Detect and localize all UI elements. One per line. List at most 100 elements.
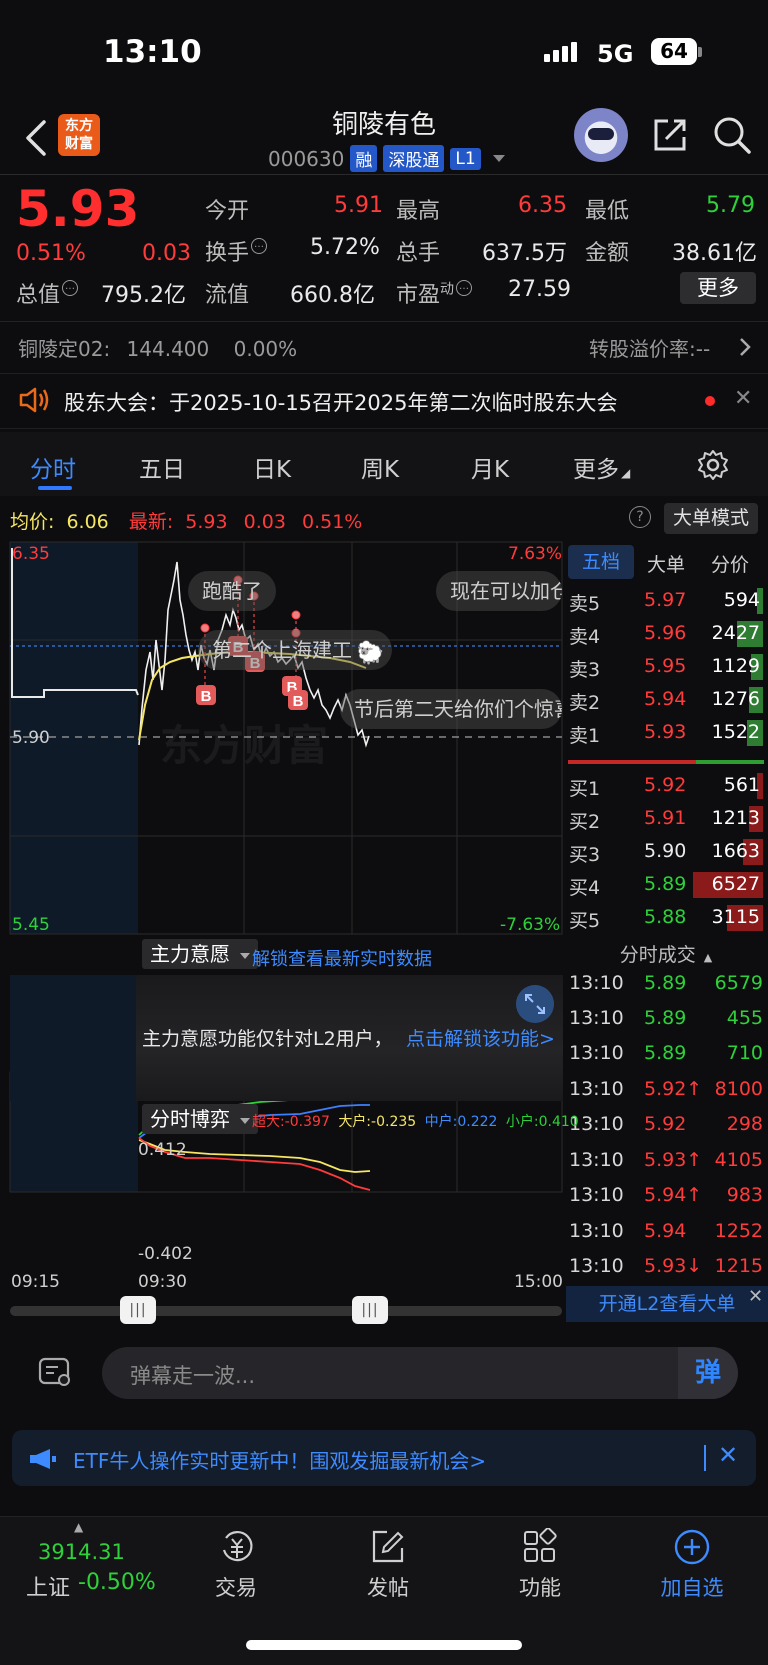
main-force-premarket	[10, 975, 136, 1101]
game-stats: 超大:-0.397 大户:-0.235 中户:0.222 小户:0.410	[252, 1111, 579, 1131]
tab-big-orders[interactable]: 大单	[647, 550, 685, 577]
large-stat: 大户:-0.235	[338, 1114, 417, 1130]
bid-row: 买1 5.92 561	[566, 770, 766, 803]
index-value[interactable]: 3914.31	[38, 1540, 125, 1564]
open-l2-button[interactable]: 开通L2查看大单	[566, 1286, 768, 1322]
trade-icon[interactable]	[218, 1528, 256, 1566]
chevron-down-icon	[492, 155, 505, 162]
speaker-icon	[19, 387, 49, 413]
more-button[interactable]: 更多	[680, 272, 756, 304]
danmu-bubble: 现在可以加仓	[436, 571, 562, 611]
svg-text:B: B	[293, 693, 304, 710]
bid-row: 买5 5.88 3115	[566, 902, 766, 935]
nav-trade[interactable]: 交易	[176, 1572, 296, 1602]
time-range-track[interactable]	[10, 1306, 562, 1316]
ask-row: 卖2 5.94 1276	[566, 684, 766, 717]
help-icon[interactable]: ?	[629, 506, 651, 528]
mktcap-value: 795.2亿	[101, 283, 186, 308]
post-icon[interactable]	[369, 1528, 407, 1566]
super-large-stat: 超大:-0.397	[252, 1114, 330, 1130]
volume-value: 637.5万	[482, 241, 567, 266]
float-value: 660.8亿	[290, 283, 375, 308]
low-value: 5.79	[706, 193, 755, 218]
high-value: 6.35	[518, 193, 567, 218]
tab-price-dist[interactable]: 分价	[711, 550, 749, 577]
range-handle-left[interactable]: |||	[120, 1296, 156, 1324]
game-axis-bottom: -0.402	[138, 1244, 193, 1264]
promo-divider	[704, 1445, 706, 1471]
tab-five-levels[interactable]: 五档	[568, 545, 634, 579]
change-amount: 0.03	[142, 241, 191, 266]
search-icon[interactable]	[712, 115, 752, 155]
float-label: 流值	[205, 283, 250, 308]
battery-cap	[698, 47, 702, 57]
turnover-value: 5.72%	[310, 235, 380, 260]
medium-stat: 中户:0.222	[424, 1114, 498, 1130]
close-icon[interactable]: ✕	[748, 1286, 763, 1307]
danmu-send-button[interactable]: 弹	[678, 1347, 738, 1399]
battery-icon: 64	[651, 38, 697, 65]
range-handle-right[interactable]: |||	[352, 1296, 388, 1324]
big-order-mode-button[interactable]: 大单模式	[664, 503, 758, 534]
expand-icon[interactable]	[516, 985, 554, 1023]
y-axis-bottom: 5.45	[12, 915, 50, 935]
promo-text: ETF牛人操作实时更新中！围观发掘最新机会>	[73, 1449, 487, 1473]
amount-value: 38.61亿	[672, 241, 757, 266]
pe-value: 27.59	[508, 277, 571, 302]
tab-underline	[38, 486, 72, 490]
turnover-label[interactable]: 换手…	[205, 235, 268, 267]
watermark: 东方财富	[160, 721, 329, 770]
small-stat: 小户:0.410	[505, 1114, 579, 1130]
bid-row: 买4 5.89 6527	[566, 869, 766, 902]
notice-text: 股东大会：于2025-10-15召开2025年第二次临时股东大会	[64, 391, 618, 415]
close-icon[interactable]: ✕	[718, 1441, 738, 1469]
unlock-feature-link[interactable]: 点击解锁该功能>	[406, 1024, 555, 1051]
mktcap-label[interactable]: 总值…	[16, 277, 79, 309]
nav-add-watchlist[interactable]: 加自选	[632, 1572, 752, 1602]
bond-name: 铜陵定02:	[18, 337, 111, 361]
index-name[interactable]: 上证	[26, 1570, 70, 1602]
main-force-selector[interactable]: 主力意愿	[142, 939, 258, 969]
unread-dot	[705, 396, 715, 406]
time-start: 09:15	[11, 1272, 60, 1292]
bid-row: 买2 5.91 1213	[566, 803, 766, 836]
stock-code-row[interactable]: 000630 融 深股通 L1	[268, 145, 505, 172]
index-change[interactable]: -0.50%	[78, 1570, 156, 1595]
tab-five-day[interactable]: 五日	[139, 450, 185, 484]
change-percent: 0.51%	[16, 241, 86, 266]
tab-monthly-k[interactable]: 月K	[471, 450, 509, 484]
tag-margin: 融	[350, 145, 378, 172]
share-icon[interactable]	[650, 115, 690, 155]
avatar-eyes	[588, 128, 614, 140]
pe-label[interactable]: 市盈动…	[396, 277, 473, 309]
tab-intraday[interactable]: 分时	[30, 450, 76, 484]
tab-weekly-k[interactable]: 周K	[361, 450, 399, 484]
y-axis-mid: 5.90	[12, 728, 50, 748]
gear-icon[interactable]	[697, 449, 729, 481]
apps-icon[interactable]	[521, 1528, 559, 1566]
tab-daily-k[interactable]: 日K	[253, 450, 291, 484]
tab-more[interactable]: 更多 ◢	[573, 450, 630, 484]
time-open: 09:30	[138, 1272, 187, 1292]
danmu-settings-icon[interactable]	[36, 1353, 74, 1391]
trades-title[interactable]: 分时成交 ▲	[566, 940, 766, 967]
nav-features[interactable]: 功能	[480, 1572, 600, 1602]
low-label: 最低	[585, 199, 630, 224]
bond-price: 144.400	[126, 337, 210, 361]
chevron-right-icon[interactable]	[738, 337, 752, 357]
ask-row: 卖5 5.97 594	[566, 585, 766, 618]
ask-row: 卖4 5.96 2427	[566, 618, 766, 651]
y-axis-top: 6.35	[12, 544, 50, 564]
unlock-realtime-link[interactable]: 解锁查看最新实时数据	[252, 945, 432, 971]
home-indicator[interactable]	[246, 1640, 522, 1650]
convertible-bond-row[interactable]: 铜陵定02: 144.400 0.00%	[18, 333, 297, 362]
current-price: 5.93	[16, 180, 140, 238]
close-icon[interactable]: ✕	[734, 386, 752, 411]
danmu-placeholder: 弹幕走一波...	[130, 1364, 256, 1388]
tag-level: L1	[450, 147, 481, 170]
game-selector[interactable]: 分时博弈	[142, 1104, 258, 1134]
pct-axis-top: 7.63%	[508, 544, 563, 564]
open-value: 5.91	[334, 193, 383, 218]
add-circle-icon[interactable]	[673, 1528, 711, 1566]
nav-post[interactable]: 发帖	[328, 1572, 448, 1602]
